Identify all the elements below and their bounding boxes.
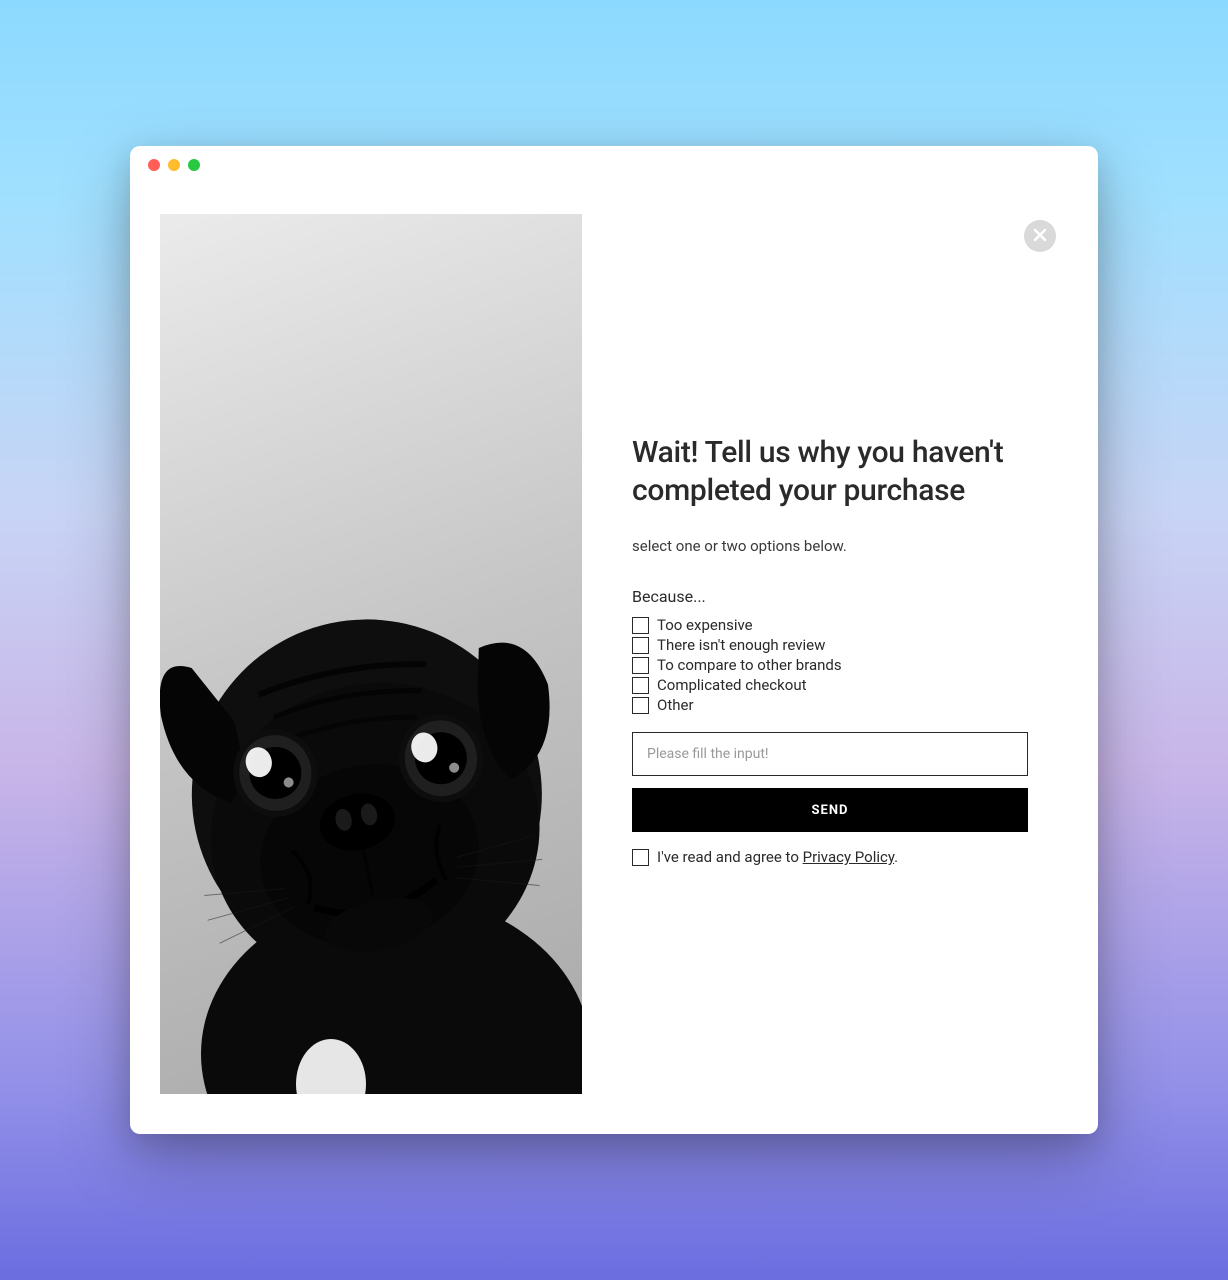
modal-heading: Wait! Tell us why you haven't completed … — [632, 434, 1028, 509]
pug-dog-image — [160, 414, 582, 1094]
checkbox-icon — [632, 617, 649, 634]
reason-option-complicated-checkout[interactable]: Complicated checkout — [632, 676, 1028, 694]
close-button[interactable] — [1024, 220, 1056, 252]
reason-option-compare-brands[interactable]: To compare to other brands — [632, 656, 1028, 674]
hero-image — [160, 214, 582, 1094]
modal-body: Wait! Tell us why you haven't completed … — [160, 214, 1068, 1094]
form-panel: Wait! Tell us why you haven't completed … — [582, 214, 1068, 1094]
privacy-policy-link[interactable]: Privacy Policy — [803, 848, 895, 866]
send-button[interactable]: SEND — [632, 788, 1028, 832]
checkbox-label: To compare to other brands — [657, 656, 842, 674]
app-window: Wait! Tell us why you haven't completed … — [130, 146, 1098, 1134]
close-icon — [1033, 227, 1047, 246]
checkbox-icon — [632, 849, 649, 866]
checkbox-label: Complicated checkout — [657, 676, 807, 694]
window-maximize-button[interactable] — [188, 159, 200, 171]
titlebar — [130, 146, 1098, 184]
modal-content: Wait! Tell us why you haven't completed … — [130, 184, 1098, 1134]
checkbox-icon — [632, 697, 649, 714]
modal-subtitle: select one or two options below. — [632, 537, 1028, 555]
consent-suffix: . — [894, 848, 898, 866]
checkbox-label: Too expensive — [657, 616, 753, 634]
checkbox-label: Other — [657, 696, 694, 714]
reason-option-too-expensive[interactable]: Too expensive — [632, 616, 1028, 634]
reason-checkbox-group: Too expensive There isn't enough review … — [632, 616, 1028, 714]
consent-text: I've read and agree to Privacy Policy. — [657, 848, 898, 866]
reason-option-other[interactable]: Other — [632, 696, 1028, 714]
window-minimize-button[interactable] — [168, 159, 180, 171]
other-reason-input[interactable] — [632, 732, 1028, 776]
checkbox-label: There isn't enough review — [657, 636, 825, 654]
checkbox-icon — [632, 637, 649, 654]
checkbox-icon — [632, 657, 649, 674]
options-label: Because... — [632, 587, 1028, 606]
checkbox-icon — [632, 677, 649, 694]
window-close-button[interactable] — [148, 159, 160, 171]
reason-option-not-enough-review[interactable]: There isn't enough review — [632, 636, 1028, 654]
consent-row[interactable]: I've read and agree to Privacy Policy. — [632, 848, 1028, 866]
consent-prefix: I've read and agree to — [657, 848, 803, 866]
